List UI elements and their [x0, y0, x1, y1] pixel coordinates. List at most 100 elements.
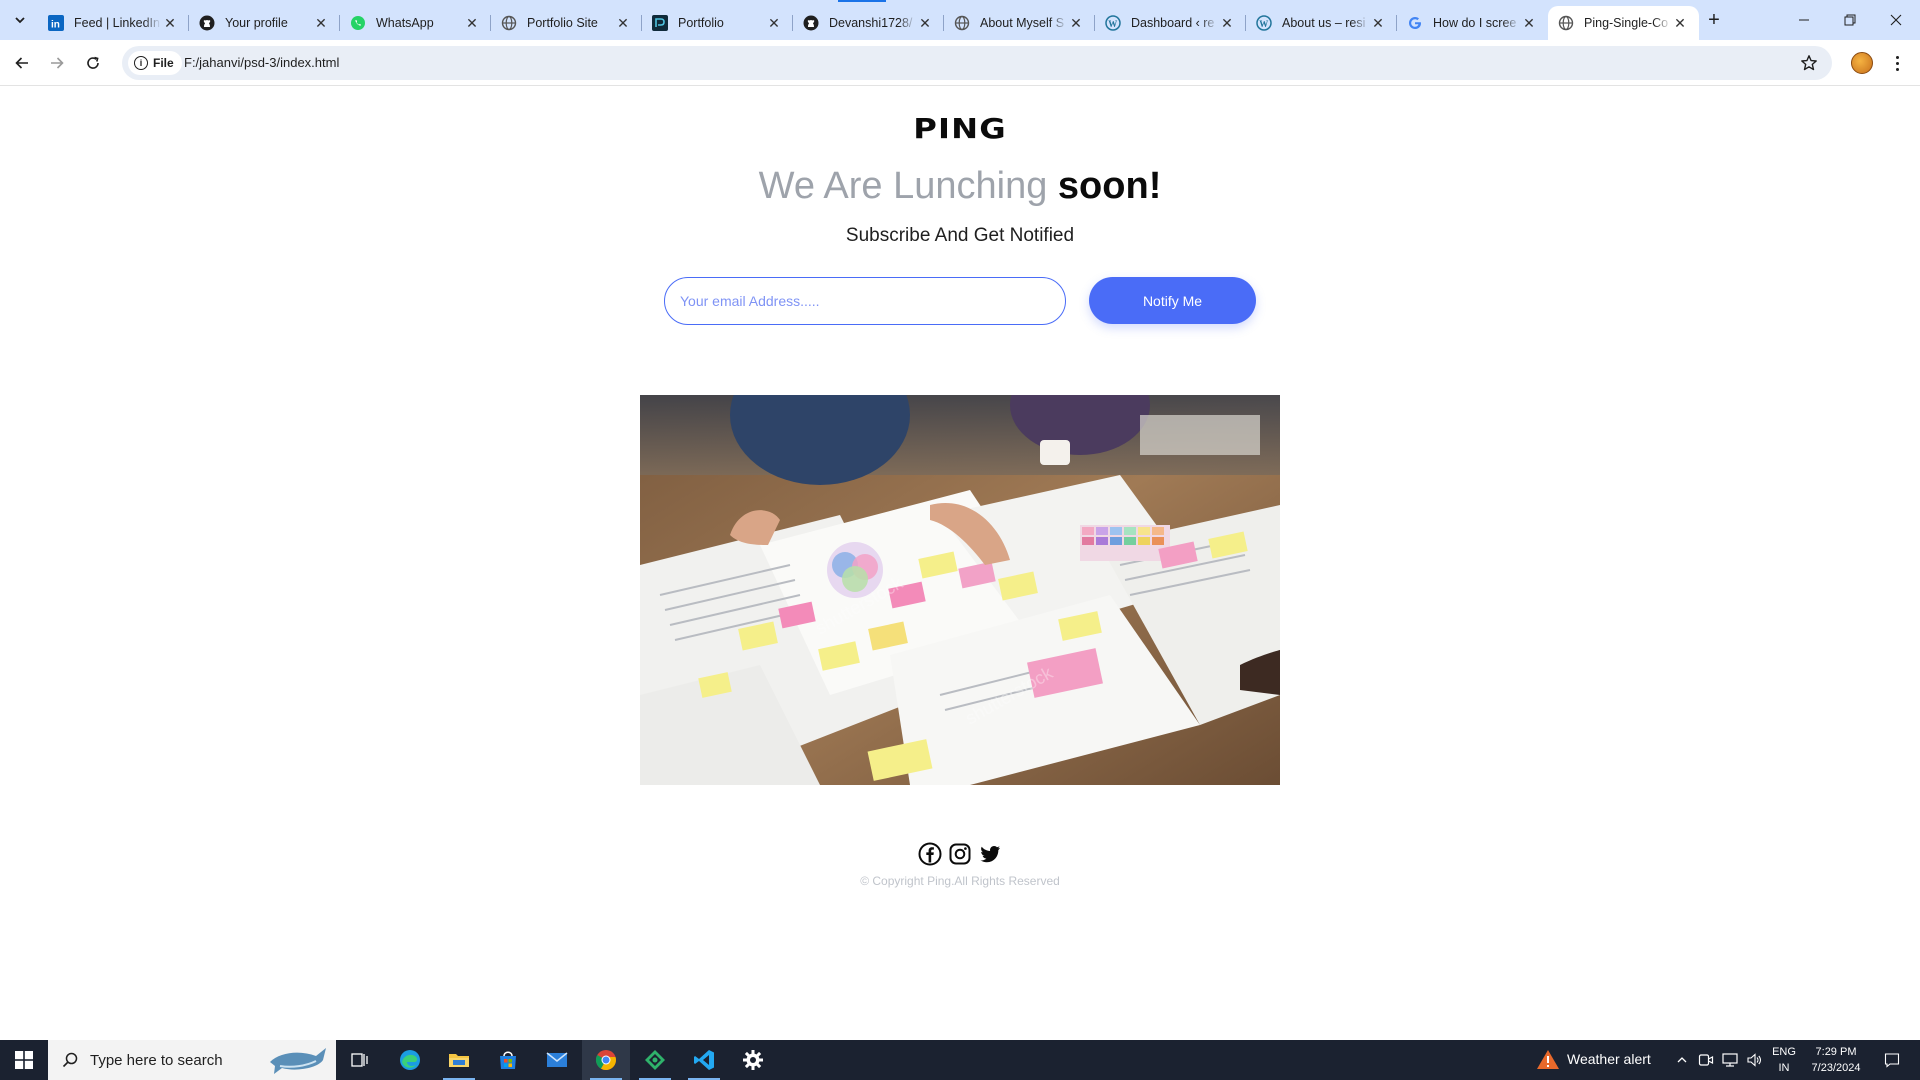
tab-title: How do I scree	[1433, 16, 1517, 30]
tab-about-us[interactable]: W About us – resi ✕	[1246, 6, 1397, 40]
svg-text:W: W	[1259, 19, 1268, 29]
taskbar-chrome[interactable]	[582, 1040, 630, 1080]
headline-bold: soon!	[1057, 165, 1162, 207]
facebook-icon[interactable]	[918, 842, 942, 866]
volume-icon[interactable]	[1744, 1050, 1764, 1070]
tab-title: Feed | LinkedIn	[74, 16, 160, 30]
tab-google-search[interactable]: How do I scree ✕	[1397, 6, 1548, 40]
reload-button[interactable]	[79, 49, 107, 77]
tab-whatsapp[interactable]: WhatsApp ✕	[340, 6, 491, 40]
region-code: IN	[1778, 1062, 1790, 1074]
portfolio-icon	[652, 15, 668, 31]
taskbar-edge[interactable]	[386, 1040, 434, 1080]
git-app-icon	[645, 1050, 665, 1070]
email-field[interactable]	[664, 277, 1066, 325]
google-icon	[1407, 15, 1423, 31]
input-language-indicator[interactable]: ENG IN	[1772, 1044, 1796, 1076]
star-icon	[1801, 55, 1817, 71]
close-icon[interactable]: ✕	[1369, 14, 1387, 32]
close-icon[interactable]: ✕	[1671, 14, 1689, 32]
taskbar-store[interactable]	[484, 1040, 532, 1080]
globe-icon	[501, 15, 517, 31]
chevron-up-icon[interactable]	[1672, 1050, 1692, 1070]
close-icon[interactable]: ✕	[161, 14, 179, 32]
reload-icon	[87, 56, 99, 69]
browser-menu-button[interactable]	[1886, 52, 1908, 74]
notifications-icon[interactable]	[1882, 1050, 1902, 1070]
info-icon: i	[134, 56, 148, 70]
windows-logo-icon	[15, 1051, 33, 1069]
svg-text:W: W	[1108, 19, 1117, 29]
tab-github-profile[interactable]: Your profile ✕	[189, 6, 340, 40]
social-links	[0, 842, 1920, 866]
profile-avatar[interactable]	[1851, 52, 1873, 74]
taskbar-file-explorer[interactable]	[435, 1040, 483, 1080]
network-icon[interactable]	[1720, 1050, 1740, 1070]
weather-alert-label[interactable]: Weather alert	[1567, 1051, 1651, 1067]
taskbar-vscode[interactable]	[680, 1040, 728, 1080]
taskbar-settings[interactable]	[729, 1040, 777, 1080]
close-icon[interactable]: ✕	[614, 14, 632, 32]
close-icon[interactable]: ✕	[463, 14, 481, 32]
windows-taskbar: Type here to search Weather alert ENG IN…	[0, 1040, 1920, 1080]
url-text[interactable]: F:/jahanvi/psd-3/index.html	[184, 55, 339, 70]
back-button[interactable]	[8, 49, 36, 77]
store-icon	[500, 1051, 516, 1069]
edge-icon	[400, 1050, 420, 1070]
task-view-icon	[351, 1053, 368, 1067]
close-icon[interactable]: ✕	[1218, 14, 1236, 32]
task-view-button[interactable]	[336, 1040, 384, 1080]
twitter-icon[interactable]	[978, 842, 1002, 866]
arrow-right-icon	[51, 57, 64, 69]
close-icon[interactable]: ✕	[765, 14, 783, 32]
whatsapp-icon	[350, 15, 366, 31]
close-icon[interactable]: ✕	[1067, 14, 1085, 32]
gear-icon	[743, 1050, 763, 1070]
tab-title: About Myself S	[980, 16, 1065, 30]
subscribe-subtitle: Subscribe And Get Notified	[845, 225, 1075, 246]
notify-button[interactable]: Notify Me	[1089, 277, 1256, 324]
new-tab-button[interactable]: +	[1702, 8, 1726, 32]
instagram-icon[interactable]	[948, 842, 972, 866]
tab-github-repo[interactable]: Devanshi1728/ ✕	[793, 6, 944, 40]
tab-portfolio[interactable]: Portfolio ✕	[642, 6, 793, 40]
taskbar-mail[interactable]	[533, 1040, 581, 1080]
weather-alert-icon[interactable]	[1536, 1048, 1560, 1072]
restore-button[interactable]	[1827, 0, 1873, 40]
tab-ping-active[interactable]: Ping-Single-Co ✕	[1548, 6, 1699, 40]
tab-wp-dashboard[interactable]: W Dashboard ‹ re ✕	[1095, 6, 1246, 40]
close-window-button[interactable]	[1873, 0, 1919, 40]
taskbar-search-box[interactable]: Type here to search	[48, 1040, 336, 1080]
github-icon	[199, 15, 215, 31]
search-icon	[62, 1052, 78, 1068]
meet-now-icon[interactable]	[1696, 1050, 1716, 1070]
address-bar[interactable]: i File F:/jahanvi/psd-3/index.html	[122, 46, 1832, 80]
tab-search-button[interactable]	[8, 8, 32, 32]
svg-text:in: in	[51, 20, 60, 31]
tab-title: Devanshi1728/	[829, 16, 913, 30]
clock[interactable]: 7:29 PM 7/23/2024	[1800, 1044, 1872, 1076]
forward-button[interactable]	[43, 49, 71, 77]
tab-portfolio-site[interactable]: Portfolio Site ✕	[491, 6, 642, 40]
start-button[interactable]	[0, 1040, 48, 1080]
bookmark-button[interactable]	[1798, 52, 1820, 74]
clock-time: 7:29 PM	[1815, 1046, 1857, 1058]
restore-icon	[1844, 14, 1856, 26]
clock-date: 7/23/2024	[1811, 1062, 1861, 1074]
plus-icon: +	[1708, 8, 1720, 31]
close-icon[interactable]: ✕	[312, 14, 330, 32]
tab-about-myself[interactable]: About Myself S ✕	[944, 6, 1095, 40]
chrome-icon	[595, 1050, 616, 1071]
taskbar-gitkraken[interactable]	[631, 1040, 679, 1080]
search-placeholder: Type here to search	[90, 1051, 223, 1069]
arrow-left-icon	[15, 57, 28, 69]
site-info-label: File	[153, 56, 174, 70]
vscode-icon	[694, 1050, 714, 1070]
tab-loading-indicator	[838, 0, 886, 2]
close-icon[interactable]: ✕	[1520, 14, 1538, 32]
minimize-button[interactable]	[1781, 0, 1827, 40]
tab-title: Ping-Single-Co	[1584, 16, 1669, 30]
close-icon[interactable]: ✕	[916, 14, 934, 32]
tab-linkedin[interactable]: in Feed | LinkedIn ✕	[38, 6, 189, 40]
site-info-chip[interactable]: i File	[128, 51, 182, 75]
